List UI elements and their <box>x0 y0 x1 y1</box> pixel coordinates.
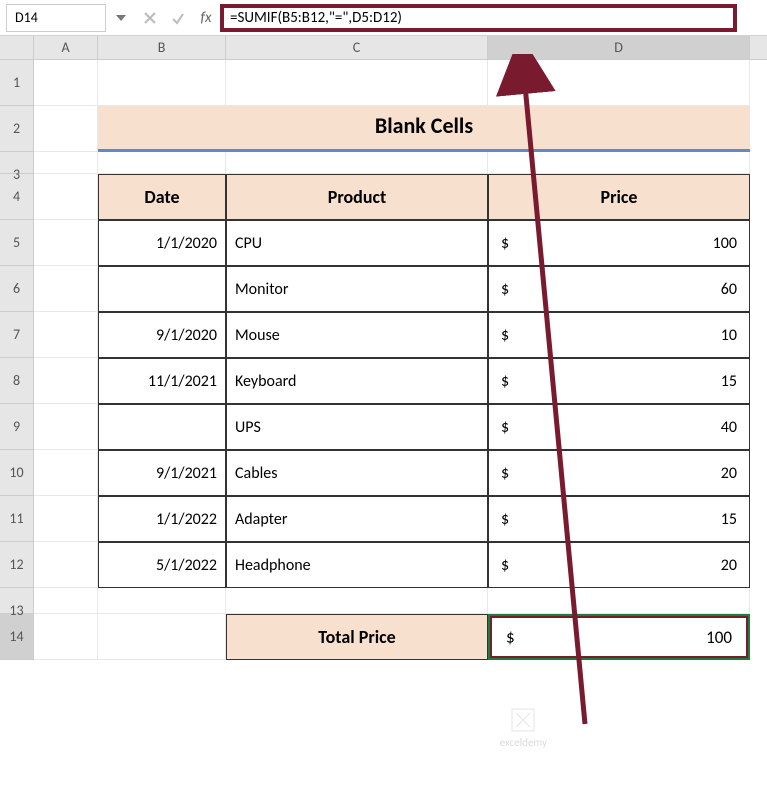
header-date: Date <box>98 174 226 220</box>
row-header-7[interactable]: 7 <box>0 312 34 358</box>
table-row: 9/1/2020Mouse$10 <box>34 312 767 358</box>
col-header-a[interactable]: A <box>34 36 98 59</box>
spreadsheet: A B C D 1 2 3 4 5 6 7 8 9 10 11 12 13 14… <box>0 36 767 660</box>
total-value: 100 <box>706 627 736 648</box>
row-header-13[interactable]: 13 <box>0 588 34 614</box>
row-header-2[interactable]: 2 <box>0 106 34 152</box>
cell-price[interactable]: $20 <box>488 450 750 496</box>
cell-product[interactable]: Mouse <box>226 312 488 358</box>
table-row: 1/1/2020CPU$100 <box>34 220 767 266</box>
cell-price[interactable]: $15 <box>488 358 750 404</box>
cell-product[interactable]: Keyboard <box>226 358 488 404</box>
row-header-10[interactable]: 10 <box>0 450 34 496</box>
cell-date[interactable]: 1/1/2020 <box>98 220 226 266</box>
cell-product[interactable]: CPU <box>226 220 488 266</box>
fx-icon[interactable]: fx <box>192 9 220 27</box>
cell-date[interactable] <box>98 404 226 450</box>
col-header-b[interactable]: B <box>98 36 226 59</box>
table-row: 5/1/2022Headphone$20 <box>34 542 767 588</box>
cell-date[interactable]: 9/1/2021 <box>98 450 226 496</box>
row-headers: 1 2 3 4 5 6 7 8 9 10 11 12 13 14 <box>0 60 34 660</box>
cell-price[interactable]: $20 <box>488 542 750 588</box>
currency-symbol: $ <box>502 627 515 648</box>
row-header-6[interactable]: 6 <box>0 266 34 312</box>
cell-date[interactable]: 1/1/2022 <box>98 496 226 542</box>
enter-icon[interactable] <box>164 11 192 25</box>
table-row: 1/1/2022Adapter$15 <box>34 496 767 542</box>
cell-price[interactable]: $10 <box>488 312 750 358</box>
header-price: Price <box>488 174 750 220</box>
header-product: Product <box>226 174 488 220</box>
cell-price[interactable]: $40 <box>488 404 750 450</box>
formula-bar: D14 fx =SUMIF(B5:B12,"=",D5:D12) <box>0 0 767 36</box>
select-all-corner[interactable] <box>0 36 34 59</box>
cell-product[interactable]: Monitor <box>226 266 488 312</box>
cell-product[interactable]: UPS <box>226 404 488 450</box>
name-box-dropdown-icon[interactable] <box>106 15 136 21</box>
table-row: Monitor$60 <box>34 266 767 312</box>
cell-price[interactable]: $60 <box>488 266 750 312</box>
row-header-8[interactable]: 8 <box>0 358 34 404</box>
row-header-11[interactable]: 11 <box>0 496 34 542</box>
row-header-1[interactable]: 1 <box>0 60 34 106</box>
cell-product[interactable]: Adapter <box>226 496 488 542</box>
row-header-5[interactable]: 5 <box>0 220 34 266</box>
row-header-12[interactable]: 12 <box>0 542 34 588</box>
table-row: 11/1/2021Keyboard$15 <box>34 358 767 404</box>
name-box[interactable]: D14 <box>6 4 106 32</box>
row-header-9[interactable]: 9 <box>0 404 34 450</box>
cell-date[interactable]: 11/1/2021 <box>98 358 226 404</box>
row-header-3[interactable]: 3 <box>0 152 34 174</box>
cell-product[interactable]: Headphone <box>226 542 488 588</box>
table-row: 9/1/2021Cables$20 <box>34 450 767 496</box>
sheet-title: Blank Cells <box>98 106 750 152</box>
table-row: UPS$40 <box>34 404 767 450</box>
row-header-4[interactable]: 4 <box>0 174 34 220</box>
total-label: Total Price <box>226 614 488 660</box>
cell-product[interactable]: Cables <box>226 450 488 496</box>
cell-date[interactable]: 9/1/2020 <box>98 312 226 358</box>
cell-date[interactable] <box>98 266 226 312</box>
watermark: exceldemy <box>500 707 547 749</box>
formula-input[interactable]: =SUMIF(B5:B12,"=",D5:D12) <box>220 4 737 32</box>
column-headers: A B C D <box>0 36 767 60</box>
col-header-c[interactable]: C <box>226 36 488 59</box>
cell-price[interactable]: $15 <box>488 496 750 542</box>
cells-area[interactable]: Blank Cells Date Product Price 1/1/2020C… <box>34 60 767 660</box>
cancel-icon[interactable] <box>136 11 164 25</box>
cell-date[interactable]: 5/1/2022 <box>98 542 226 588</box>
row-header-14[interactable]: 14 <box>0 614 34 660</box>
cell-price[interactable]: $100 <box>488 220 750 266</box>
total-price-cell[interactable]: $ 100 <box>488 614 750 660</box>
col-header-d[interactable]: D <box>488 36 750 59</box>
